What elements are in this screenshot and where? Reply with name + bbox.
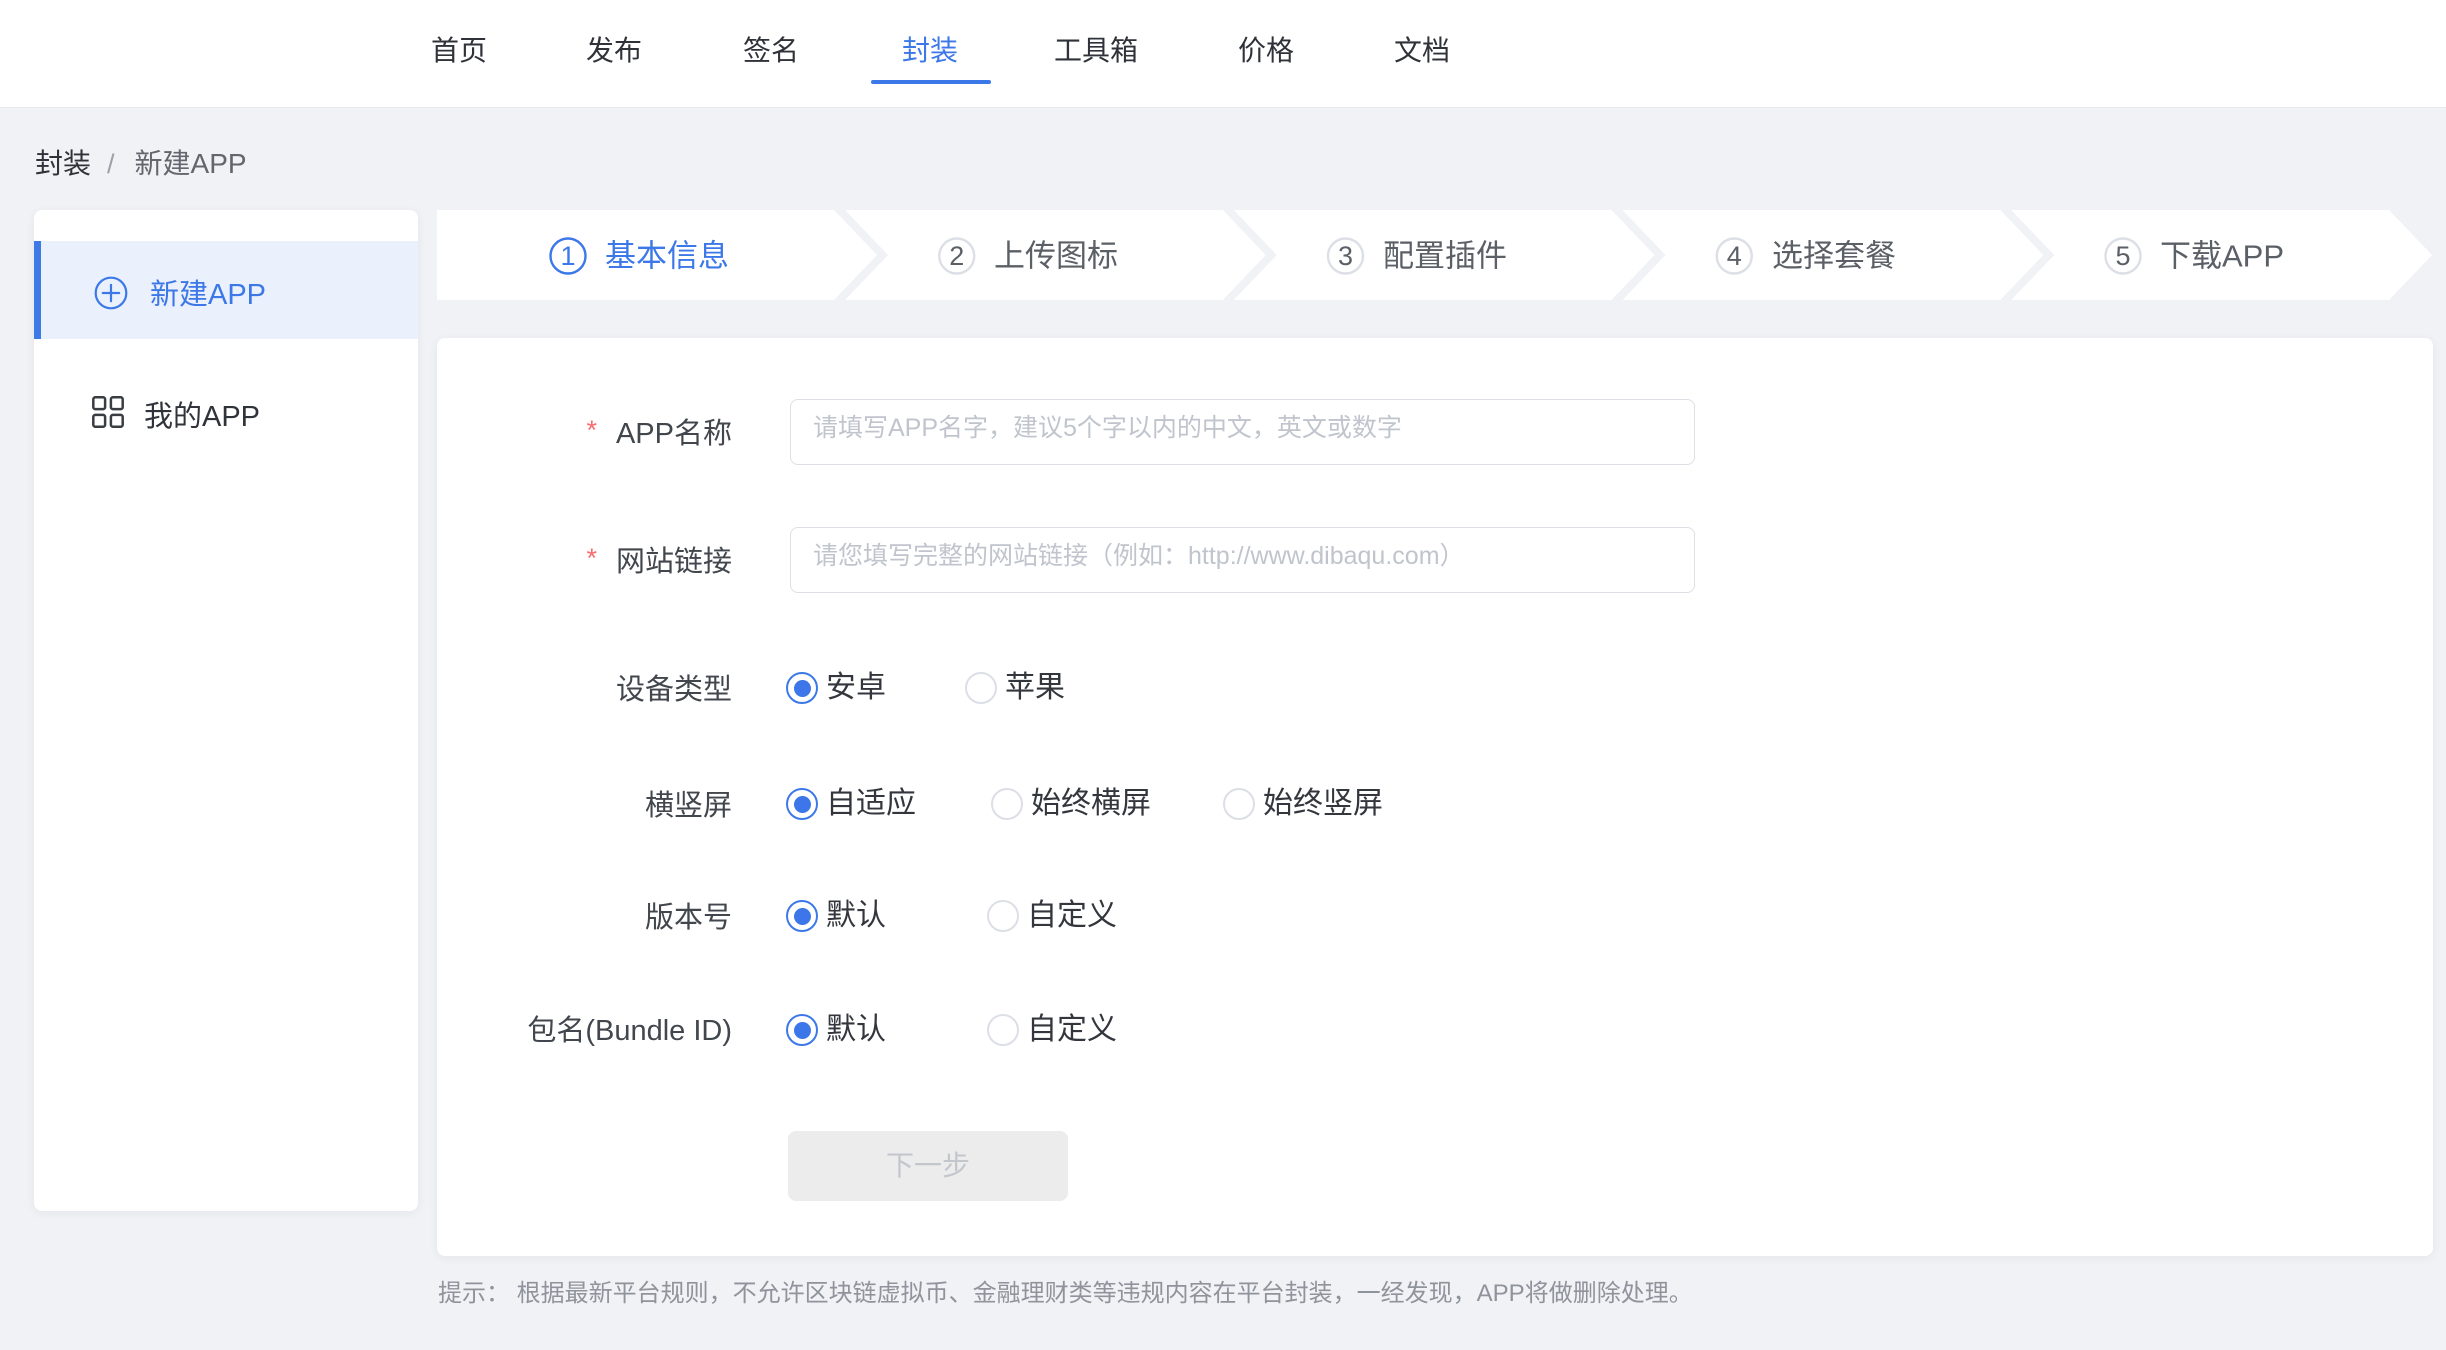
svg-text:基本信息: 基本信息 bbox=[605, 239, 729, 274]
svg-text:上传图标: 上传图标 bbox=[994, 239, 1118, 274]
svg-text:5: 5 bbox=[2115, 241, 2130, 271]
svg-text:2: 2 bbox=[949, 241, 964, 271]
svg-text:4: 4 bbox=[1727, 241, 1742, 271]
svg-text:下载APP: 下载APP bbox=[2160, 239, 2284, 274]
svg-text:1: 1 bbox=[560, 241, 575, 271]
svg-text:配置插件: 配置插件 bbox=[1383, 239, 1507, 274]
svg-text:选择套餐: 选择套餐 bbox=[1772, 239, 1896, 274]
svg-text:3: 3 bbox=[1338, 241, 1353, 271]
